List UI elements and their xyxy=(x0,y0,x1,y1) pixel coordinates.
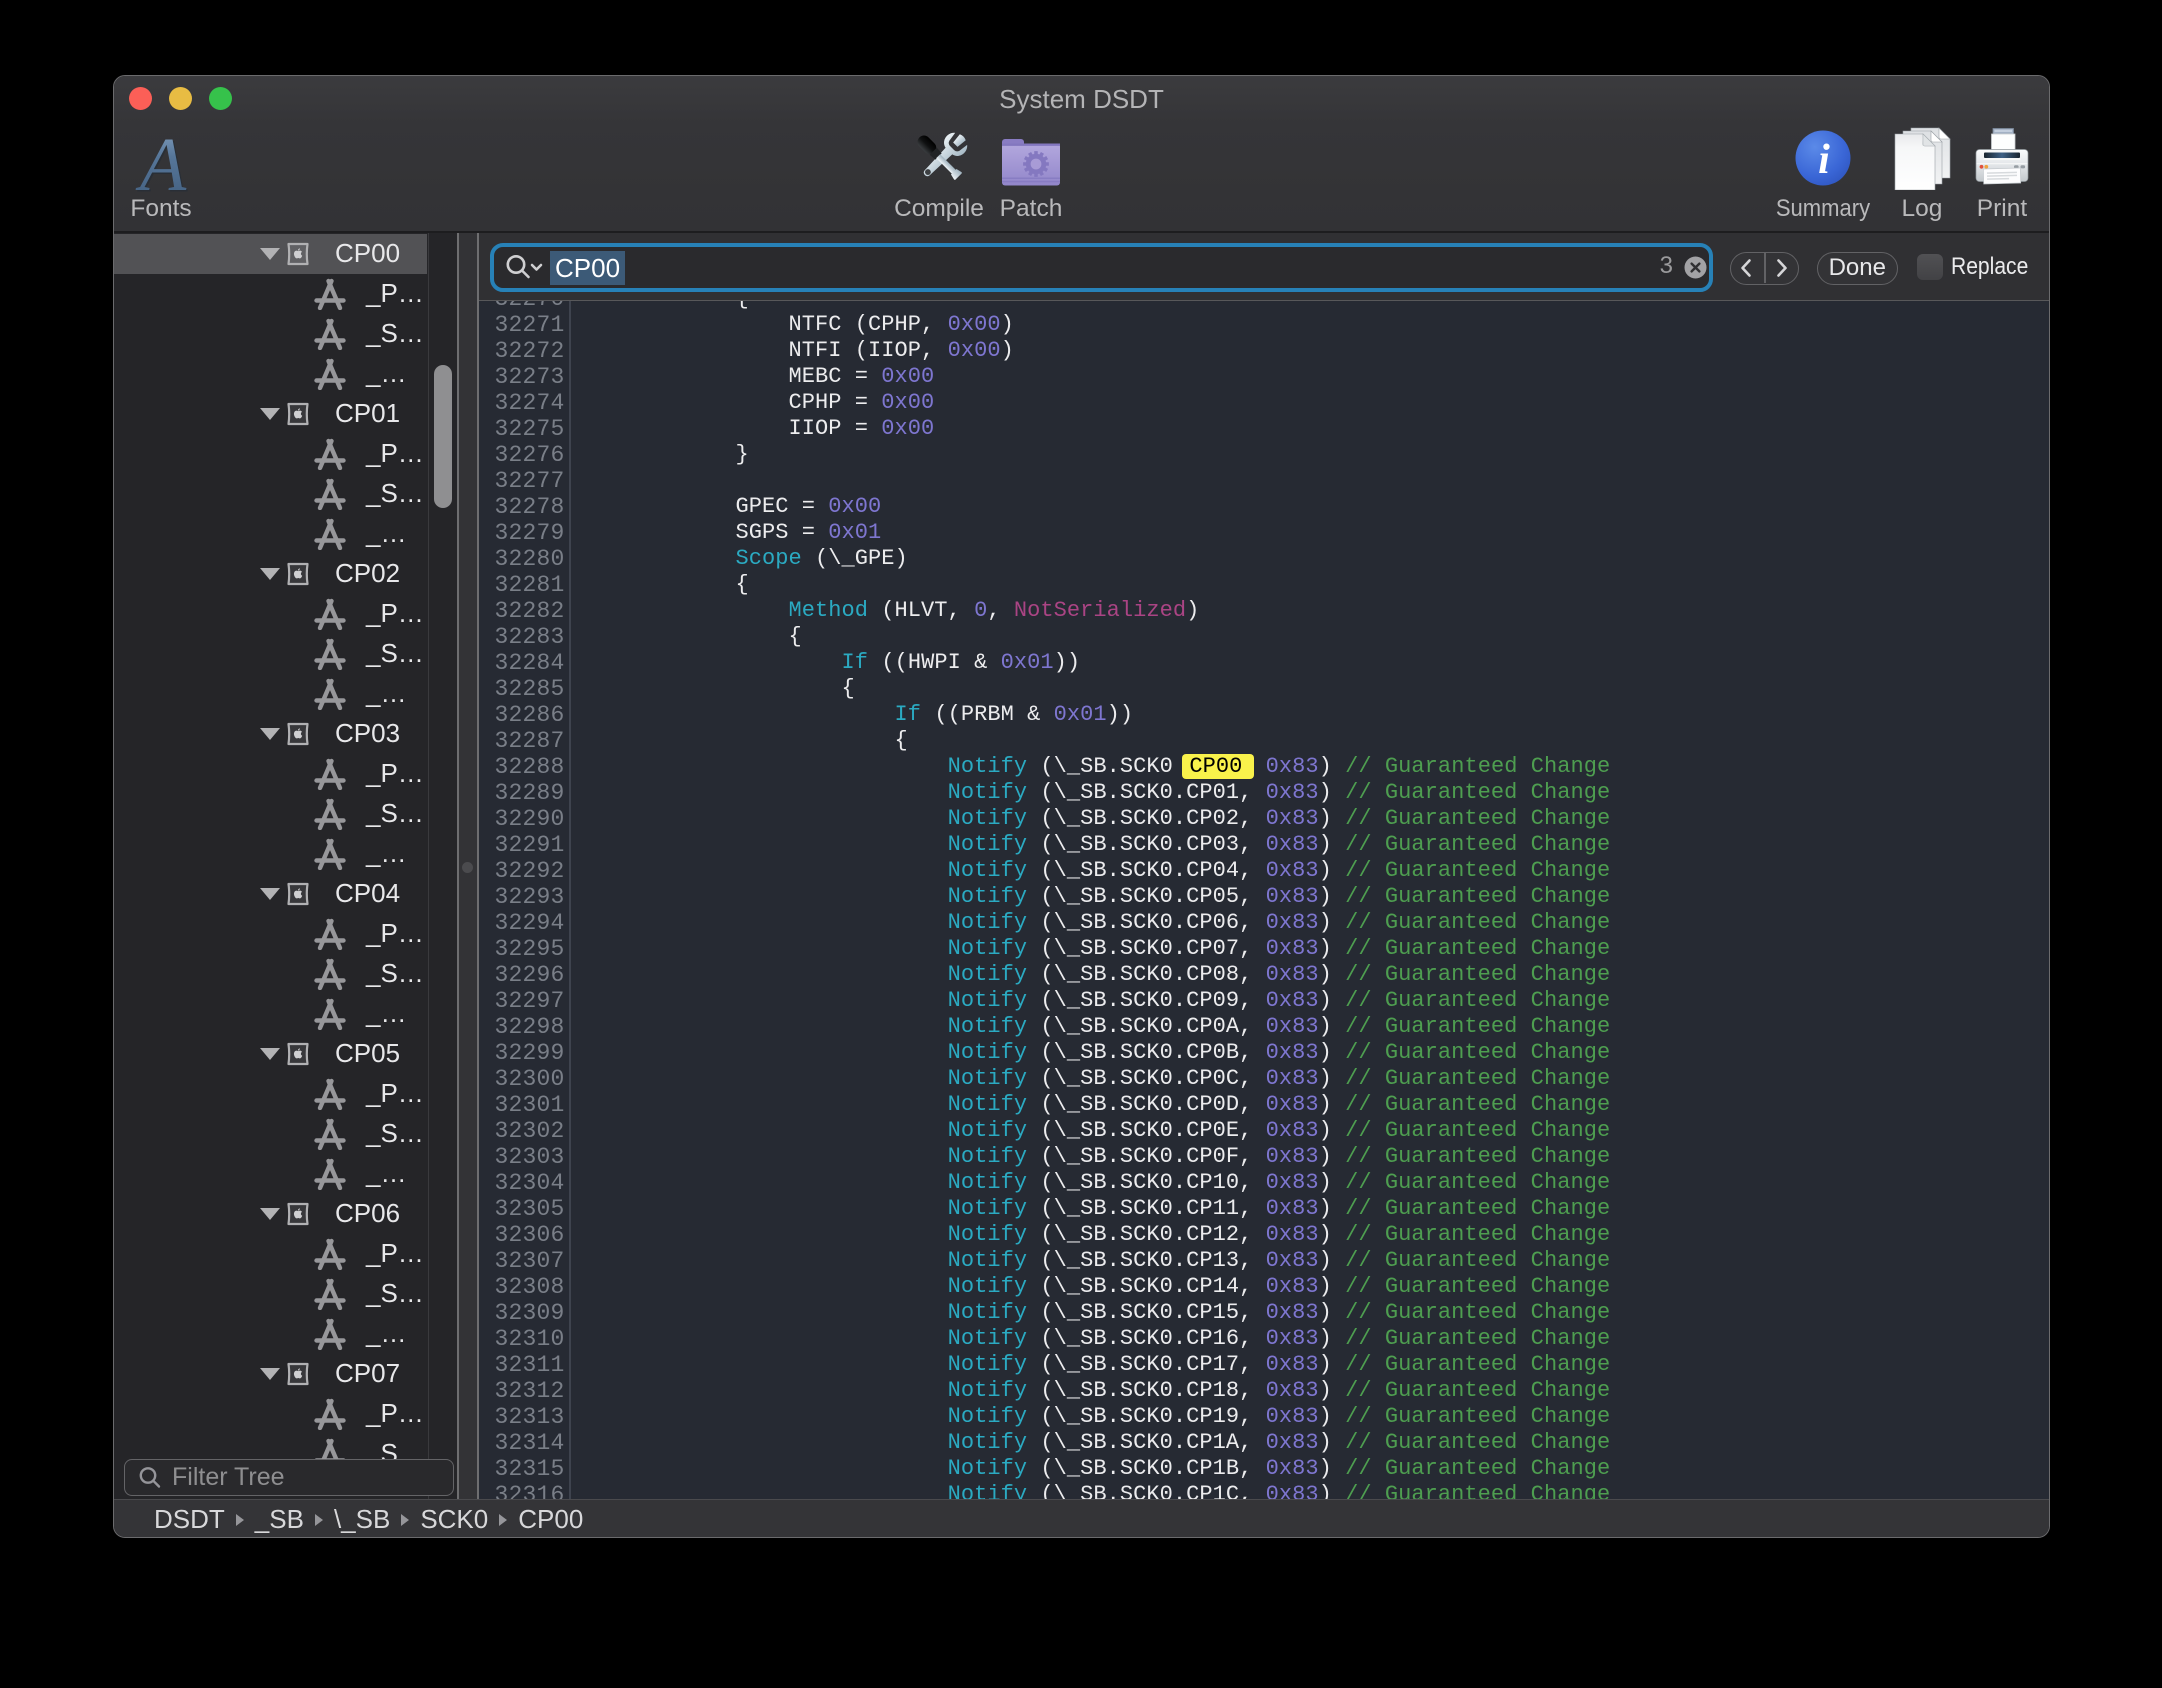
svg-text:A: A xyxy=(135,132,187,198)
svg-text:i: i xyxy=(1818,137,1830,183)
